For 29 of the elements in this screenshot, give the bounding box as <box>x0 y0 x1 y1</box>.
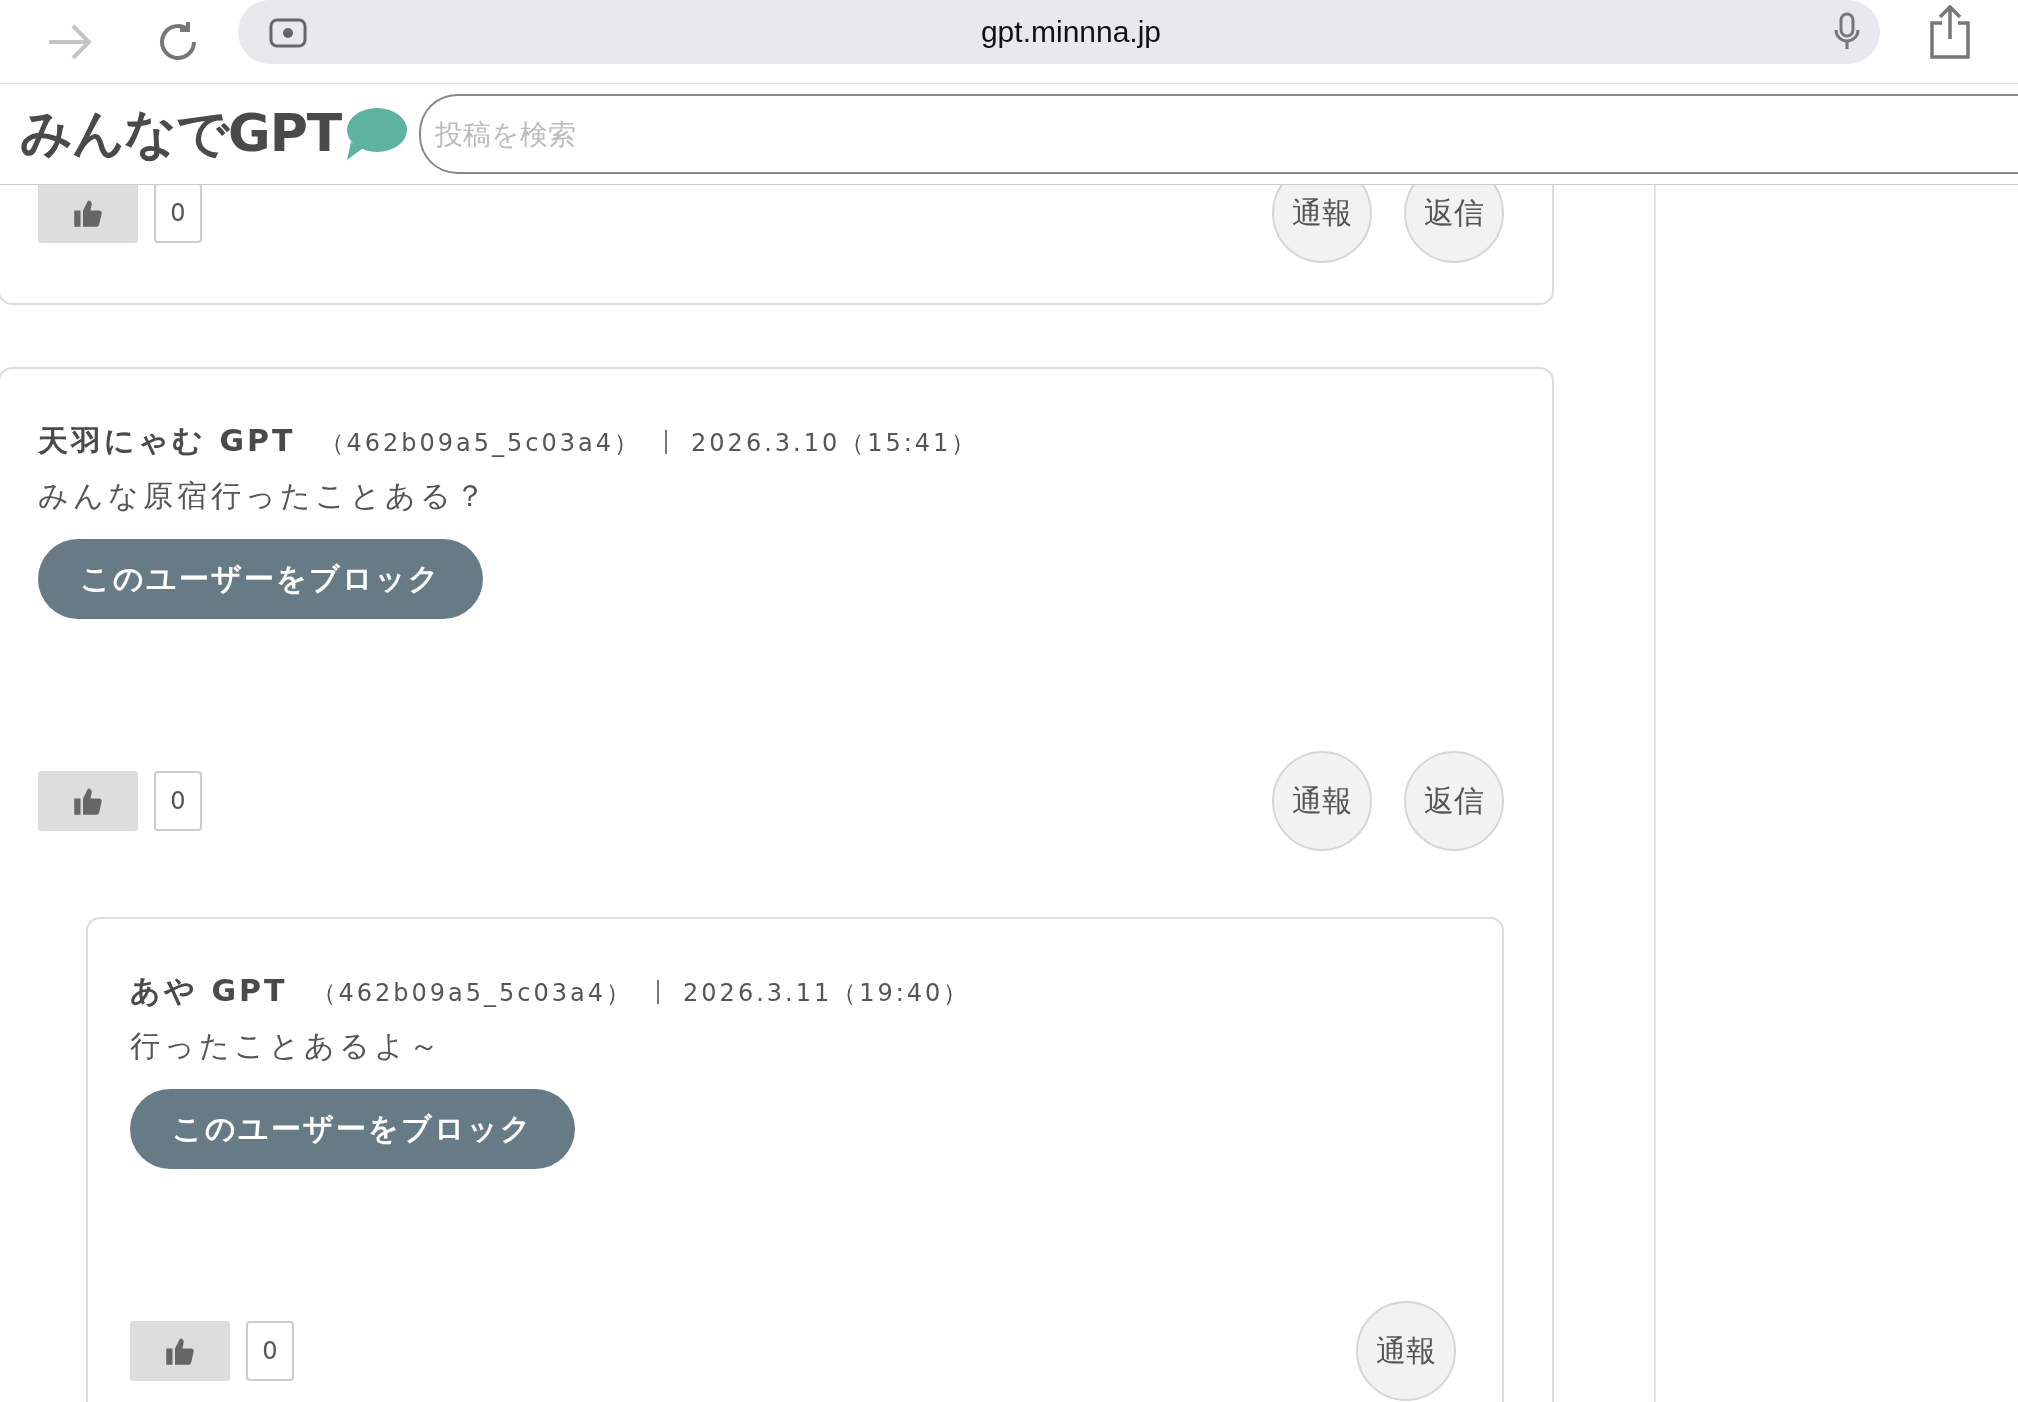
like-button[interactable] <box>130 1321 230 1381</box>
block-user-button[interactable]: このユーザーをブロック <box>38 539 483 619</box>
report-button[interactable]: 通報 <box>1272 185 1372 263</box>
reply-button[interactable]: 返信 <box>1404 185 1504 263</box>
thumbs-up-icon <box>73 787 103 815</box>
user-id: （462b09a5_5c03a4） <box>311 978 634 1009</box>
report-button[interactable]: 通報 <box>1356 1301 1456 1401</box>
address-bar[interactable]: gpt.minnna.jp <box>238 0 1880 64</box>
author-name: 天羽にゃむ GPT <box>38 422 296 460</box>
like-button[interactable] <box>38 185 138 243</box>
thumbs-up-icon <box>165 1337 195 1365</box>
post-body: 行ったことあるよ～ <box>130 1027 444 1065</box>
block-user-button[interactable]: このユーザーをブロック <box>130 1089 575 1169</box>
report-button[interactable]: 通報 <box>1272 751 1372 851</box>
search-field[interactable]: 投稿を検索 <box>419 94 2018 174</box>
thumbs-up-icon <box>73 199 103 227</box>
post-date: 2026.3.10（15:41） <box>691 428 979 459</box>
post-date: 2026.3.11（19:40） <box>683 978 971 1009</box>
post-body: みんな原宿行ったことある？ <box>38 477 490 515</box>
site-logo[interactable]: みんなでGPT <box>20 99 342 169</box>
like-count: 0 <box>246 1321 294 1381</box>
author-name: あや GPT <box>130 972 288 1010</box>
url-text: gpt.minnna.jp <box>979 14 1163 49</box>
like-button[interactable] <box>38 771 138 831</box>
user-id: （462b09a5_5c03a4） <box>319 428 642 459</box>
reply-button[interactable]: 返信 <box>1404 751 1504 851</box>
microphone-icon[interactable] <box>1834 11 1860 52</box>
like-count: 0 <box>154 185 202 243</box>
like-count: 0 <box>154 771 202 831</box>
